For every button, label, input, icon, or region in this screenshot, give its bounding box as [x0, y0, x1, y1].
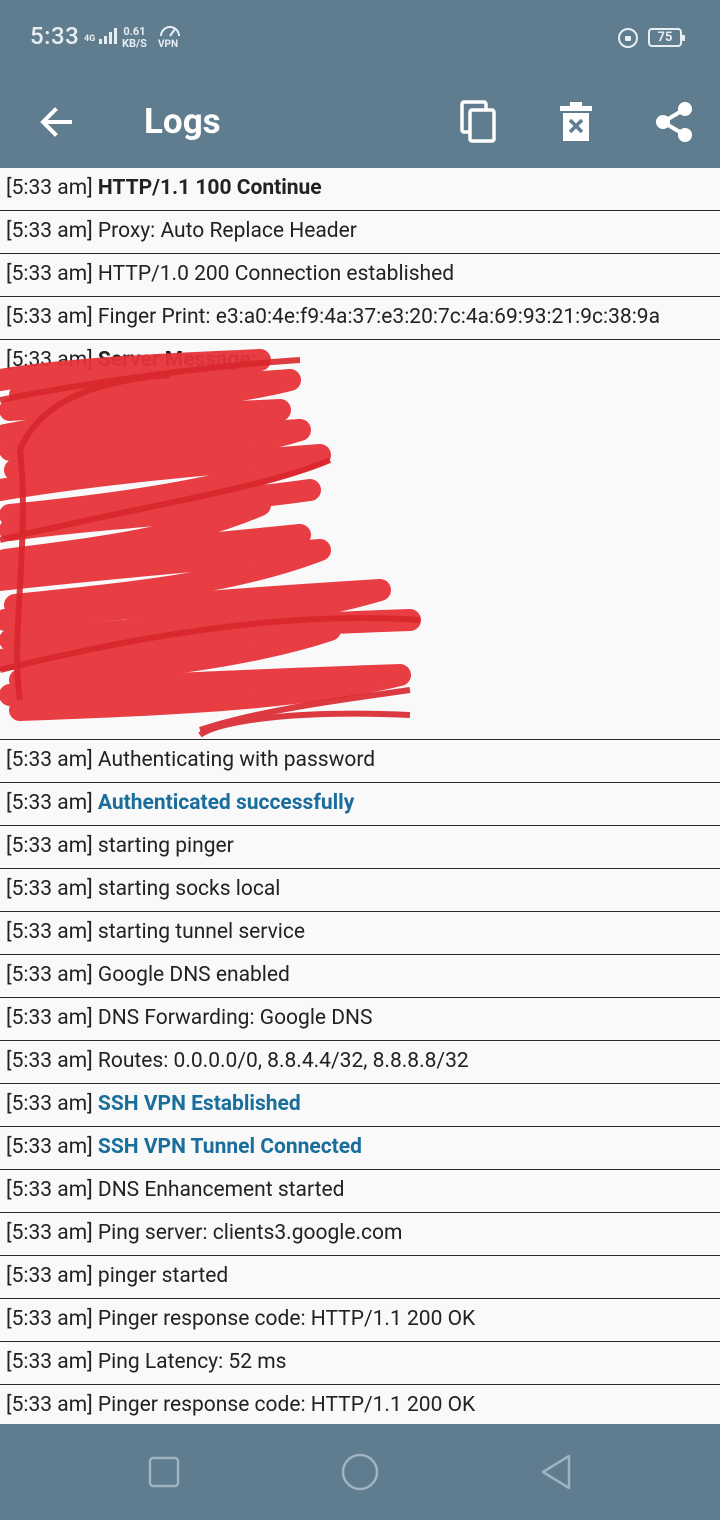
- log-timestamp: [5:33 am]: [6, 1049, 93, 1073]
- log-row: [5:33 am] Pinger response code: HTTP/1.1…: [0, 1385, 720, 1428]
- log-message: DNS Forwarding: Google DNS: [97, 1006, 373, 1030]
- status-time: 5:33: [30, 22, 80, 50]
- log-row: [5:33 am] Authenticating with password: [0, 740, 720, 783]
- log-message: Pinger response code: HTTP/1.1 200 OK: [97, 1393, 476, 1417]
- log-timestamp: [5:33 am]: [6, 176, 93, 200]
- page-title: Logs: [144, 101, 221, 142]
- log-timestamp: [5:33 am]: [6, 262, 93, 286]
- redaction-scribble: [0, 349, 421, 738]
- log-message: SSH VPN Tunnel Connected: [97, 1135, 362, 1159]
- status-bar: 5:33 4G 0.61 KB/S VPN 75: [0, 0, 720, 76]
- log-timestamp: [5:33 am]: [6, 1135, 93, 1159]
- log-row: [5:33 am] Proxy: Auto Replace Header: [0, 211, 720, 254]
- log-message: Authenticated successfully: [97, 791, 355, 815]
- log-row: [5:33 am] SSH VPN Tunnel Connected: [0, 1127, 720, 1170]
- log-message: Proxy: Auto Replace Header: [97, 219, 357, 243]
- network-speed: 0.61 KB/S: [122, 26, 147, 50]
- log-message: starting pinger: [97, 834, 234, 858]
- log-row: [5:33 am] starting tunnel service: [0, 912, 720, 955]
- log-message: pinger started: [97, 1264, 229, 1288]
- log-message: Ping server: clients3.google.com: [97, 1221, 403, 1245]
- rotation-lock-icon: [618, 28, 638, 48]
- delete-icon[interactable]: [546, 92, 606, 152]
- log-message: Finger Print: e3:a0:4e:f9:4a:37:e3:20:7c…: [97, 305, 661, 329]
- log-row: [5:33 am] Routes: 0.0.0.0/0, 8.8.4.4/32,…: [0, 1041, 720, 1084]
- copy-icon[interactable]: [448, 92, 508, 152]
- log-row: [5:33 am] HTTP/1.0 200 Connection establ…: [0, 254, 720, 297]
- log-row: [5:33 am] pinger started: [0, 1256, 720, 1299]
- back-triangle-icon[interactable]: [532, 1448, 580, 1496]
- navigation-bar: [0, 1424, 720, 1520]
- log-row: [5:33 am] Pinger response code: HTTP/1.1…: [0, 1299, 720, 1342]
- log-row: [5:33 am] Ping server: clients3.google.c…: [0, 1213, 720, 1256]
- log-timestamp: [5:33 am]: [6, 305, 93, 329]
- speed-unit: KB/S: [122, 37, 147, 50]
- log-timestamp: [5:33 am]: [6, 920, 93, 944]
- back-arrow-icon[interactable]: [26, 92, 86, 152]
- log-message: SSH VPN Established: [97, 1092, 301, 1116]
- log-row: [5:33 am] Authenticated successfully: [0, 783, 720, 826]
- log-row: [5:33 am] Google DNS enabled: [0, 955, 720, 998]
- log-timestamp: [5:33 am]: [6, 877, 93, 901]
- log-timestamp: [5:33 am]: [6, 748, 93, 772]
- log-message: Google DNS enabled: [97, 963, 290, 987]
- log-message: HTTP/1.0 200 Connection established: [97, 262, 455, 286]
- log-timestamp: [5:33 am]: [6, 834, 93, 858]
- log-row: [5:33 am] DNS Forwarding: Google DNS: [0, 998, 720, 1041]
- battery-level: 75: [657, 30, 673, 45]
- signal-icon: 4G: [84, 28, 118, 44]
- home-circle-icon[interactable]: [336, 1448, 384, 1496]
- log-timestamp: [5:33 am]: [6, 1221, 93, 1245]
- log-message: HTTP/1.1 100 Continue: [97, 176, 322, 200]
- server-message-row: [5:33 am] Server Message:: [0, 340, 720, 740]
- log-timestamp: [5:33 am]: [6, 1307, 93, 1331]
- log-row: [5:33 am] HTTP/1.1 100 Continue: [0, 168, 720, 211]
- log-row: [5:33 am] DNS Enhancement started: [0, 1170, 720, 1213]
- network-type: 4G: [84, 34, 96, 44]
- vpn-label: VPN: [158, 39, 179, 50]
- log-timestamp: [5:33 am]: [6, 1092, 93, 1116]
- share-icon[interactable]: [644, 92, 704, 152]
- log-timestamp: [5:33 am]: [6, 791, 93, 815]
- log-message: Routes: 0.0.0.0/0, 8.8.4.4/32, 8.8.8.8/3…: [97, 1049, 469, 1073]
- log-row: [5:33 am] starting pinger: [0, 826, 720, 869]
- log-timestamp: [5:33 am]: [6, 1264, 93, 1288]
- recents-square-icon[interactable]: [140, 1448, 188, 1496]
- vpn-icon: VPN: [158, 24, 182, 50]
- log-row: [5:33 am] Finger Print: e3:a0:4e:f9:4a:3…: [0, 297, 720, 340]
- log-message: Ping Latency: 52 ms: [97, 1350, 287, 1374]
- log-message: starting tunnel service: [97, 920, 306, 944]
- log-message: Authenticating with password: [97, 748, 376, 772]
- log-timestamp: [5:33 am]: [6, 219, 93, 243]
- app-bar: Logs: [0, 76, 720, 168]
- log-row: [5:33 am] starting socks local: [0, 869, 720, 912]
- log-timestamp: [5:33 am]: [6, 1393, 93, 1417]
- log-timestamp: [5:33 am]: [6, 1178, 93, 1202]
- log-timestamp: [5:33 am]: [6, 963, 93, 987]
- log-timestamp: [5:33 am]: [6, 1350, 93, 1374]
- log-row: [5:33 am] Ping Latency: 52 ms: [0, 1342, 720, 1385]
- log-message: starting socks local: [97, 877, 281, 901]
- log-message: DNS Enhancement started: [97, 1178, 345, 1202]
- log-timestamp: [5:33 am]: [6, 1006, 93, 1030]
- battery-icon: 75: [648, 28, 685, 47]
- log-message: Pinger response code: HTTP/1.1 200 OK: [97, 1307, 476, 1331]
- log-list[interactable]: [5:33 am] HTTP/1.1 100 Continue [5:33 am…: [0, 168, 720, 1428]
- log-row: [5:33 am] SSH VPN Established: [0, 1084, 720, 1127]
